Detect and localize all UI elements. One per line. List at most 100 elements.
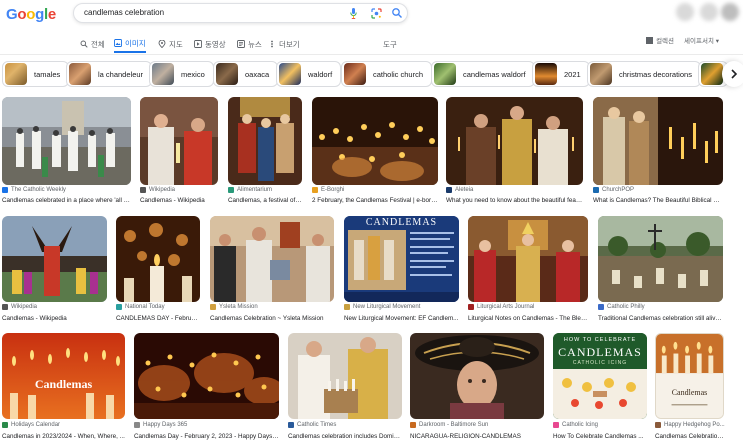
result-thumbnail[interactable] — [140, 97, 218, 185]
chip-tamales[interactable]: tamales — [2, 61, 70, 87]
chip-2021[interactable]: 2021 — [532, 61, 590, 87]
result-title[interactable]: What you need to know about the beautifu… — [446, 197, 583, 204]
result-source[interactable]: Wikipedia — [2, 304, 37, 310]
result-title[interactable]: Candlemas Celebration... — [655, 433, 724, 440]
result-source[interactable]: Catholic Times — [288, 422, 336, 428]
saved-button[interactable]: 컬렉션 — [646, 35, 674, 45]
search-box[interactable]: candlemas celebration — [73, 3, 408, 23]
result-thumbnail[interactable]: CANDLEMAS — [344, 216, 459, 302]
result-source[interactable]: New Liturgical Movement — [344, 304, 420, 310]
image-result[interactable]: The Catholic Weekly Candlemas celebrated… — [2, 97, 131, 209]
safe-search-button[interactable]: 세이프서치 ▾ — [684, 35, 719, 45]
tab-more[interactable]: 더보기 — [268, 35, 300, 53]
chip-la-chandeleur[interactable]: la chandeleur — [66, 61, 153, 87]
result-source[interactable]: ChurchPOP — [593, 187, 634, 193]
result-thumbnail[interactable] — [228, 97, 302, 185]
result-thumbnail[interactable] — [288, 333, 402, 419]
result-title[interactable]: CANDLEMAS DAY - February ... — [116, 315, 200, 322]
result-title[interactable]: Candlemas - Wikipedia — [2, 315, 107, 322]
tab-news[interactable]: 뉴스 — [237, 35, 262, 53]
result-title[interactable]: 2 February, the Candlemas Festival | e-b… — [312, 197, 438, 204]
result-title[interactable]: Candlemas celebration includes Domin... — [288, 433, 402, 440]
image-result[interactable]: E-Borghi 2 February, the Candlemas Festi… — [312, 97, 438, 209]
tools-button[interactable]: 도구 — [383, 39, 397, 50]
result-source[interactable]: The Catholic Weekly — [2, 187, 66, 193]
result-thumbnail[interactable]: Candlemas — [2, 333, 125, 419]
google-lens-icon[interactable] — [371, 8, 382, 19]
image-result[interactable]: Candlemas Happy Hedgehog Po... Candlemas… — [655, 333, 725, 445]
result-title[interactable]: New Liturgical Movement: EF Candlem... — [344, 315, 459, 322]
result-title[interactable]: How To Celebrate Candlemas ... — [553, 433, 647, 440]
result-source[interactable]: Catholic Philly — [598, 304, 645, 310]
result-title[interactable]: Traditional Candlemas celebration still … — [598, 315, 723, 322]
result-source[interactable]: Catholic Icing — [553, 422, 598, 428]
result-source[interactable]: Ysleta Mission — [210, 304, 258, 310]
google-logo[interactable]: Google — [6, 6, 56, 23]
search-icon[interactable] — [391, 7, 403, 19]
result-title[interactable]: Candlemas Day - February 2, 2023 - Happy… — [134, 433, 279, 440]
image-result[interactable]: CANDLEMAS New Liturgical Movement New Li… — [344, 216, 459, 328]
image-result[interactable]: Darkroom - Baltimore Sun NICARAGUA-RELIG… — [410, 333, 544, 445]
image-result[interactable]: Happy Days 365 Candlemas Day - February … — [134, 333, 279, 445]
result-source[interactable]: Wikipedia — [140, 187, 175, 193]
microphone-icon[interactable] — [350, 8, 357, 19]
image-result[interactable]: Wikipedia Candlemas - Wikipedia — [140, 97, 218, 209]
chip-christmas-decorations[interactable]: christmas decorations — [587, 61, 701, 87]
image-result[interactable]: Catholic Times Candlemas celebration inc… — [288, 333, 402, 445]
tab-maps[interactable]: 지도 — [158, 35, 183, 53]
result-title[interactable]: Candlemas celebrated in a place where 'a… — [2, 197, 131, 204]
tab-images[interactable]: 이미지 — [114, 35, 146, 53]
image-result[interactable]: Ysleta Mission Candlemas Celebration ~ Y… — [210, 216, 334, 328]
result-source[interactable]: Darkroom - Baltimore Sun — [410, 422, 488, 428]
result-title[interactable]: Liturgical Notes on Candlemas - The Bles… — [468, 315, 588, 322]
avatar[interactable] — [721, 3, 739, 21]
result-title[interactable]: Candlemas, a festival of ... — [228, 197, 302, 204]
chip-waldorf[interactable]: waldorf — [276, 61, 342, 87]
image-result[interactable]: Catholic Philly Traditional Candlemas ce… — [598, 216, 723, 328]
result-title[interactable]: NICARAGUA-RELIGION-CANDLEMAS — [410, 433, 544, 440]
result-source[interactable]: Happy Days 365 — [134, 422, 187, 428]
result-source[interactable]: Aleteia — [446, 187, 473, 193]
result-thumbnail[interactable] — [593, 97, 723, 185]
tab-all[interactable]: 전체 — [80, 35, 105, 53]
image-result[interactable]: HOW TO CELEBRATE CANDLEMAS CATHOLIC ICIN… — [553, 333, 647, 445]
image-result[interactable]: Wikipedia Candlemas - Wikipedia — [2, 216, 107, 328]
result-source[interactable]: Alimentarium — [228, 187, 272, 193]
result-thumbnail[interactable] — [598, 216, 723, 302]
result-thumbnail[interactable] — [210, 216, 334, 302]
image-result[interactable]: Liturgical Arts Journal Liturgical Notes… — [468, 216, 588, 328]
image-result[interactable]: Aleteia What you need to know about the … — [446, 97, 583, 209]
chip-candlemas-waldorf[interactable]: candlemas waldorf — [431, 61, 535, 87]
chip-oaxaca[interactable]: oaxaca — [213, 61, 279, 87]
result-thumbnail[interactable]: HOW TO CELEBRATE CANDLEMAS CATHOLIC ICIN… — [553, 333, 647, 419]
result-title[interactable]: What is Candlemas? The Beautiful Biblica… — [593, 197, 723, 204]
result-title[interactable]: Candlemas in 2023/2024 - When, Where, ..… — [2, 433, 125, 440]
image-result[interactable]: Alimentarium Candlemas, a festival of ..… — [228, 97, 302, 209]
chip-catholic-church[interactable]: catholic church — [341, 61, 433, 87]
chip-mexico[interactable]: mexico — [149, 61, 214, 87]
result-thumbnail[interactable] — [2, 216, 107, 302]
apps-icon[interactable] — [676, 3, 694, 21]
result-source[interactable]: Happy Hedgehog Po... — [655, 422, 725, 428]
result-thumbnail[interactable] — [2, 97, 131, 185]
image-result[interactable]: National Today CANDLEMAS DAY - February … — [116, 216, 200, 328]
notifications-icon[interactable] — [700, 3, 718, 21]
result-thumbnail[interactable] — [446, 97, 583, 185]
chips-next-button[interactable] — [722, 61, 743, 87]
result-source[interactable]: Holidays Calendar — [2, 422, 60, 428]
result-title[interactable]: Candlemas - Wikipedia — [140, 197, 218, 204]
result-thumbnail[interactable] — [116, 216, 200, 302]
result-thumbnail[interactable] — [468, 216, 588, 302]
result-thumbnail[interactable] — [410, 333, 544, 419]
result-source[interactable]: Liturgical Arts Journal — [468, 304, 534, 310]
search-input[interactable]: candlemas celebration — [84, 8, 164, 17]
result-thumbnail[interactable] — [134, 333, 279, 419]
result-thumbnail[interactable]: Candlemas — [655, 333, 724, 419]
image-result[interactable]: Candlemas Holidays Calendar Candlemas in… — [2, 333, 125, 445]
result-source[interactable]: National Today — [116, 304, 165, 310]
result-title[interactable]: Candlemas Celebration ~ Ysleta Mission — [210, 315, 334, 322]
result-source[interactable]: E-Borghi — [312, 187, 344, 193]
tab-videos[interactable]: 동영상 — [194, 35, 226, 53]
image-result[interactable]: ChurchPOP What is Candlemas? The Beautif… — [593, 97, 723, 209]
result-thumbnail[interactable] — [312, 97, 438, 185]
